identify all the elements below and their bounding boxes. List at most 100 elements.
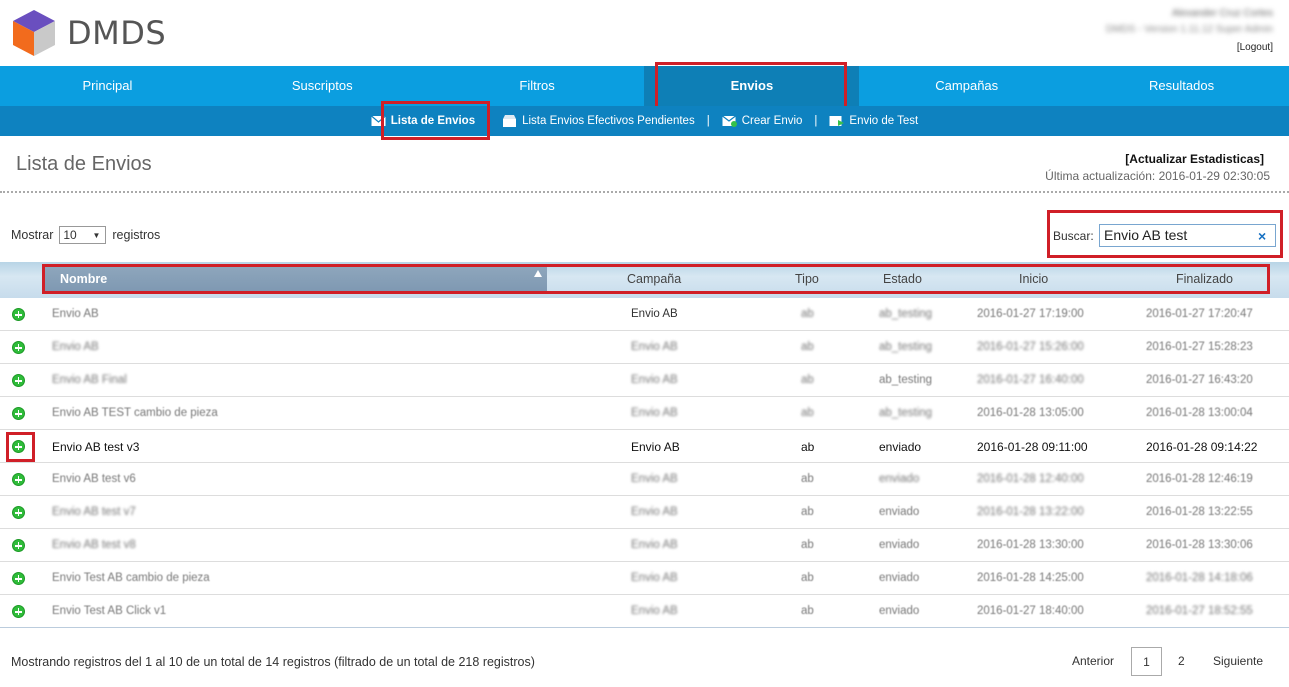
cell-nombre: Envio AB test v8 [52,539,136,551]
cell-inicio: 2016-01-27 18:40:00 [977,605,1084,617]
cell-tipo: ab [801,473,814,485]
cell-estado: ab_testing [879,374,933,386]
search-input[interactable]: Envio AB test [1099,224,1276,247]
table-row: Envio AB Envio AB ab ab_testing 2016-01-… [0,331,1289,364]
cell-nombre: Envio AB Final [52,374,127,386]
cell-nombre: Envio AB TEST cambio de pieza [52,407,218,419]
pagination-prev[interactable]: Anterior [1072,647,1114,676]
cell-finalizado: 2016-01-27 15:28:23 [1146,341,1253,353]
expand-row-icon[interactable] [12,341,25,354]
cell-finalizado: 2016-01-27 16:43:20 [1146,374,1253,386]
cell-finalizado: 2016-01-28 13:30:06 [1146,539,1253,551]
highlight-nav-envios [655,62,847,109]
cell-inicio: 2016-01-28 13:22:00 [977,506,1084,518]
expand-row-icon[interactable] [12,308,25,321]
pagination-page-2[interactable]: 2 [1178,647,1185,676]
cell-estado: enviado [879,506,920,518]
cell-tipo: ab [801,308,814,320]
cell-tipo: ab [801,506,814,518]
subnav-test[interactable]: Envio de Test [825,115,922,127]
cell-tipo: ab [801,572,814,584]
table-row: Envio Test AB Click v1 Envio AB ab envia… [0,595,1289,628]
cell-finalizado: 2016-01-28 13:22:55 [1146,506,1253,518]
subnav-crear-label: Crear Envio [741,115,803,127]
cell-campana: Envio AB [631,374,678,386]
dmds-logo-icon [13,10,55,56]
table-row: Envio Test AB cambio de pieza Envio AB a… [0,562,1289,595]
expand-row-icon[interactable] [12,539,25,552]
show-suffix: registros [112,228,161,242]
cell-nombre: Envio Test AB cambio de pieza [52,572,210,584]
cell-tipo: ab [801,440,815,454]
nav-resultados[interactable]: Resultados [1074,66,1289,106]
cell-inicio: 2016-01-28 12:40:00 [977,473,1084,485]
user-box: Alexander Cruz Cortes DMDS - Version 1.1… [1106,8,1273,53]
table-row: Envio AB Envio AB ab ab_testing 2016-01-… [0,298,1289,331]
cell-estado: ab_testing [879,407,933,419]
user-version: DMDS - Version 1.11.12 Super Admin [1105,24,1273,35]
table-footer-line [0,627,1289,628]
nav-suscriptos[interactable]: Suscriptos [215,66,430,106]
logout-link[interactable]: [Logout] [1237,42,1273,53]
table-row: Envio AB Final Envio AB ab ab_testing 20… [0,364,1289,397]
last-update: Última actualización: 2016-01-29 02:30:0… [1045,169,1270,183]
cell-finalizado: 2016-01-28 14:18:06 [1146,572,1253,584]
cell-finalizado: 2016-01-28 12:46:19 [1146,473,1253,485]
page-title: Lista de Envios [16,153,152,175]
cell-campana: Envio AB [631,407,678,419]
table-row: Envio AB TEST cambio de pieza Envio AB a… [0,397,1289,430]
cell-finalizado: 2016-01-27 18:52:55 [1146,605,1253,617]
cell-estado: enviado [879,605,920,617]
cell-campana: Envio AB [631,572,678,584]
nav-principal[interactable]: Principal [0,66,215,106]
cell-inicio: 2016-01-27 16:40:00 [977,374,1084,386]
highlight-table-header [42,264,1270,294]
cell-campana: Envio AB [631,539,678,551]
page-length-select[interactable]: 10 ▼ [59,226,107,244]
expand-row-icon[interactable] [12,572,25,585]
expand-row-icon[interactable] [12,473,25,486]
cell-campana: Envio AB [631,308,678,320]
expand-row-icon[interactable] [12,374,25,387]
nav-campanas[interactable]: Campañas [859,66,1074,106]
nav-filtros[interactable]: Filtros [430,66,645,106]
cell-estado: enviado [879,572,920,584]
cell-nombre: Envio AB [52,341,99,353]
cell-inicio: 2016-01-28 14:25:00 [977,572,1084,584]
main-nav: Principal Suscriptos Filtros Envios Camp… [0,66,1289,106]
pagination-next[interactable]: Siguiente [1213,647,1263,676]
highlight-expand-row [6,432,35,462]
chevron-down-icon: ▼ [92,230,101,240]
pagination-page-1[interactable]: 1 [1131,647,1162,676]
table-row: Envio AB test v6 Envio AB ab enviado 201… [0,463,1289,496]
cell-campana: Envio AB [631,440,680,454]
cell-estado: enviado [879,440,922,454]
table-info: Mostrando registros del 1 al 10 de un to… [11,655,535,669]
user-name: Alexander Cruz Cortes [1171,8,1273,19]
subnav-separator: | [814,115,818,127]
cell-nombre: Envio AB [52,308,99,320]
cell-inicio: 2016-01-28 13:05:00 [977,407,1084,419]
sub-nav: Lista de Envios | Lista Envios Efectivos… [0,106,1289,136]
cell-inicio: 2016-01-27 15:26:00 [977,341,1084,353]
cell-finalizado: 2016-01-28 13:00:04 [1146,407,1253,419]
cell-campana: Envio AB [631,605,678,617]
cell-estado: ab_testing [879,308,933,320]
expand-row-icon[interactable] [12,605,25,618]
cell-nombre: Envio AB test v6 [52,473,136,485]
cell-estado: enviado [879,539,920,551]
expand-row-icon[interactable] [12,407,25,420]
subnav-pendientes[interactable]: Lista Envios Efectivos Pendientes [498,115,699,127]
table-row: Envio AB test v8 Envio AB ab enviado 201… [0,529,1289,562]
cell-estado: enviado [879,473,920,485]
subnav-separator: | [706,115,710,127]
last-update-value: 2016-01-29 02:30:05 [1158,169,1270,183]
expand-row-icon[interactable] [12,506,25,519]
subnav-crear[interactable]: Crear Envio [718,115,807,127]
cell-nombre: Envio AB test v3 [52,440,140,454]
clear-search-icon[interactable]: × [1258,228,1266,244]
table-row: Envio AB test v3 Envio AB ab enviado 201… [0,430,1289,463]
refresh-stats-link[interactable]: [Actualizar Estadisticas] [1125,152,1264,166]
header: DMDS Alexander Cruz Cortes DMDS - Versio… [0,0,1289,66]
cell-nombre: Envio Test AB Click v1 [52,605,167,617]
